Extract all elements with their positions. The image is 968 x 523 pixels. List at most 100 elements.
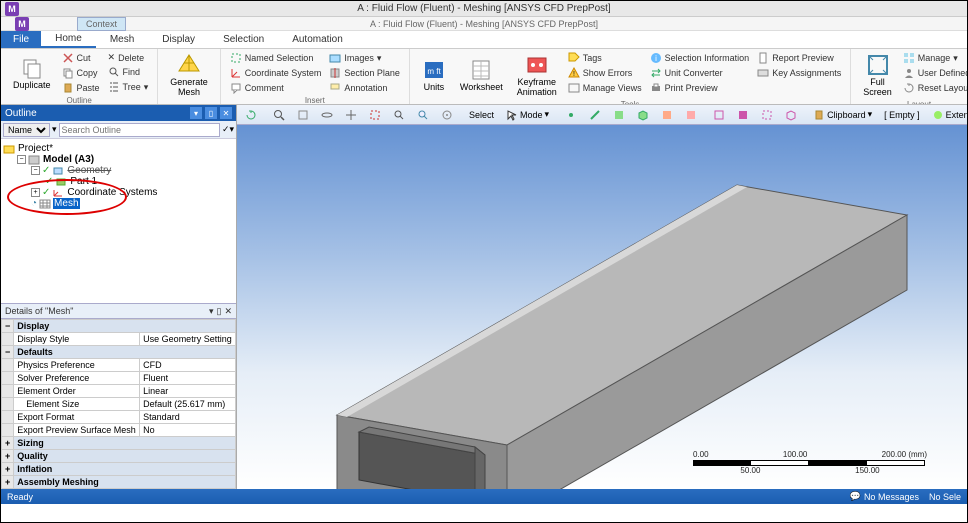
tree-model[interactable]: − Model (A3) — [3, 154, 234, 165]
section-defaults: Defaults — [14, 346, 236, 359]
fullscreen-label: Full Screen — [863, 77, 892, 97]
selection-tab[interactable]: Selection — [209, 31, 278, 48]
section-plane-button[interactable]: Section Plane — [326, 66, 403, 80]
find-button[interactable]: Find — [105, 65, 152, 79]
tags-button[interactable]: Tags — [565, 51, 645, 65]
scale-50: 50.00 — [740, 466, 760, 475]
details-dropdown-button[interactable]: ▾ — [209, 306, 214, 317]
search-outline-input[interactable] — [59, 123, 220, 137]
subtitle-bar: M Context A : Fluid Flow (Fluent) - Mesh… — [1, 17, 967, 31]
show-errors-button[interactable]: !Show Errors — [565, 66, 645, 80]
section-assembly: Assembly Meshing — [14, 476, 236, 489]
val-elem-order[interactable]: Linear — [140, 385, 236, 398]
filter-type-select[interactable]: Name — [3, 123, 50, 137]
images-button[interactable]: Images▾ — [326, 51, 403, 65]
manage-views-button[interactable]: Manage Views — [565, 81, 645, 95]
tree-button[interactable]: Tree▾ — [105, 80, 152, 94]
worksheet-icon — [469, 58, 493, 82]
section-toggle[interactable]: + — [2, 437, 14, 450]
section-inflation: Inflation — [14, 463, 236, 476]
val-solver[interactable]: Fluent — [140, 372, 236, 385]
prop-elem-size: Element Size — [14, 398, 140, 411]
reset-layout-button[interactable]: Reset Layout — [900, 81, 967, 95]
worksheet-button[interactable]: Worksheet — [454, 51, 509, 99]
outline-dropdown-button[interactable]: ▾ — [190, 107, 202, 119]
display-tab[interactable]: Display — [148, 31, 209, 48]
context-button[interactable]: Context — [77, 17, 126, 31]
filter-clear-icon[interactable]: ✓▾ — [222, 124, 234, 135]
unit-conv-button[interactable]: Unit Converter — [647, 66, 753, 80]
manage-button[interactable]: Manage▾ — [900, 51, 967, 65]
print-preview-button[interactable]: Print Preview — [647, 81, 753, 95]
cut-icon — [62, 52, 74, 64]
user-defined-button[interactable]: User Defined▾ — [900, 66, 967, 80]
tree-mesh[interactable]: ◔ Mesh — [3, 198, 234, 209]
tree-project[interactable]: Project* — [3, 143, 234, 154]
prop-elem-order: Element Order — [14, 385, 140, 398]
val-elem-size[interactable]: Default (25.617 mm) — [140, 398, 236, 411]
val-physics[interactable]: CFD — [140, 359, 236, 372]
collapse-icon[interactable]: − — [17, 155, 26, 164]
generate-mesh-label: Generate Mesh — [170, 77, 208, 97]
scale-0: 0.00 — [693, 450, 709, 459]
outline-pin-button[interactable]: ▯ — [205, 107, 217, 119]
duplicate-button[interactable]: Duplicate — [7, 51, 57, 95]
file-tab[interactable]: File — [1, 31, 41, 48]
comment-button[interactable]: Comment — [227, 81, 325, 95]
report-preview-button[interactable]: Report Preview — [754, 51, 844, 65]
collapse-icon[interactable]: − — [31, 166, 40, 175]
val-export-prev[interactable]: No — [140, 424, 236, 437]
statusbar: Ready 💬No Messages No Sele — [1, 489, 967, 504]
sel-info-button[interactable]: iSelection Information — [647, 51, 753, 65]
annotation-button[interactable]: Annotation — [326, 81, 403, 95]
val-display-style[interactable]: Use Geometry Setting — [140, 333, 236, 346]
tree-coord-systems[interactable]: + ✓ Coordinate Systems — [3, 187, 234, 198]
status-selection[interactable]: No Sele — [929, 492, 961, 502]
val-export-fmt[interactable]: Standard — [140, 411, 236, 424]
viewport[interactable]: Select Mode▾ Clipboard▾ [ Empty ] Extend… — [237, 105, 967, 489]
section-sizing: Sizing — [14, 437, 236, 450]
cut-button[interactable]: Cut — [59, 51, 103, 65]
model-icon — [28, 155, 40, 165]
details-header: Details of "Mesh" ▾ ▯ ✕ — [1, 303, 236, 319]
convert-icon — [650, 67, 662, 79]
check-icon: ✓ — [42, 187, 50, 198]
status-messages[interactable]: 💬No Messages — [850, 491, 919, 502]
units-button[interactable]: m ftUnits — [416, 51, 452, 99]
keyframe-button[interactable]: Keyframe Animation — [511, 51, 563, 99]
section-toggle[interactable]: + — [2, 476, 14, 489]
home-tab[interactable]: Home — [41, 31, 96, 48]
fullscreen-icon — [866, 53, 890, 77]
section-toggle[interactable]: + — [2, 450, 14, 463]
full-screen-button[interactable]: Full Screen — [857, 51, 898, 99]
delete-button[interactable]: ✕Delete — [105, 51, 152, 64]
section-toggle[interactable]: + — [2, 463, 14, 476]
scale-bar: 0.00 100.00 200.00 (mm) 50.00 150.00 — [693, 450, 927, 475]
scale-150: 150.00 — [855, 466, 879, 475]
units-icon: m ft — [422, 58, 446, 82]
tree-geometry[interactable]: − ✓ Geometry — [3, 165, 234, 176]
expand-icon[interactable]: + — [31, 188, 40, 197]
report-icon — [757, 52, 769, 64]
titlebar: M A : Fluid Flow (Fluent) - Meshing [ANS… — [1, 1, 967, 17]
coord-system-button[interactable]: Coordinate System — [227, 66, 325, 80]
mesh-tab[interactable]: Mesh — [96, 31, 148, 48]
generate-mesh-button[interactable]: Generate Mesh — [164, 51, 214, 99]
insert-group-label: Insert — [227, 96, 403, 105]
key-assign-button[interactable]: Key Assignments — [754, 66, 844, 80]
units-label: Units — [424, 82, 445, 92]
tree-part1[interactable]: ✓ Part 1 — [3, 176, 234, 187]
copy-button[interactable]: Copy — [59, 66, 103, 80]
keyframe-icon — [525, 53, 549, 77]
outline-close-button[interactable]: ✕ — [220, 107, 232, 119]
details-title: Details of "Mesh" — [5, 306, 73, 316]
automation-tab[interactable]: Automation — [278, 31, 357, 48]
section-toggle[interactable]: − — [2, 346, 14, 359]
section-toggle[interactable]: − — [2, 320, 14, 333]
filter-dropdown-icon[interactable]: ▾ — [52, 124, 57, 135]
details-close-button[interactable]: ✕ — [224, 306, 232, 317]
paste-button[interactable]: Paste — [59, 81, 103, 95]
details-pin-button[interactable]: ▯ — [217, 306, 222, 317]
named-sel-icon — [230, 52, 242, 64]
named-selection-button[interactable]: Named Selection — [227, 51, 325, 65]
